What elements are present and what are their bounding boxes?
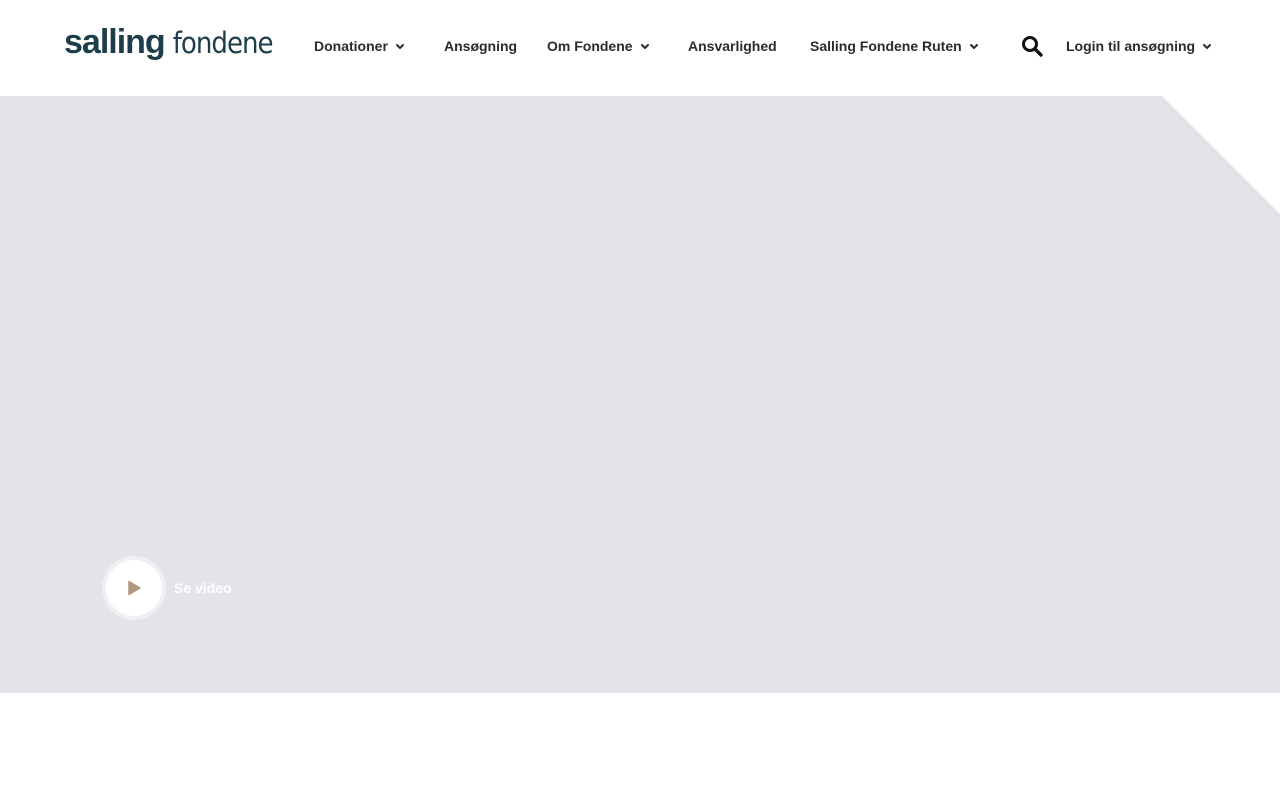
watch-video-label: Se video — [174, 580, 232, 596]
nav-item-ansvarlighed[interactable]: Ansvarlighed — [688, 36, 777, 56]
chevron-down-icon — [640, 44, 649, 49]
nav-item-label: Ansvarlighed — [688, 38, 777, 54]
chevron-down-icon — [1203, 44, 1212, 49]
nav-item-label: Ansøgning — [444, 38, 518, 54]
search-icon[interactable] — [1020, 34, 1044, 58]
nav-item-om-fondene[interactable]: Om Fondene — [547, 36, 651, 56]
nav-item-label: Salling Fondene Ruten — [810, 38, 962, 54]
site-header: salling fondene Donationer Ansøgning Om … — [0, 0, 1280, 96]
play-button-circle[interactable] — [106, 560, 162, 616]
nav-item-label: Om Fondene — [547, 38, 633, 54]
chevron-down-icon — [395, 44, 404, 49]
logo-bold-text: salling — [64, 23, 166, 61]
nav-item-donationer[interactable]: Donationer — [314, 36, 406, 56]
nav-item-salling-fondene-ruten[interactable]: Salling Fondene Ruten — [810, 36, 980, 56]
chevron-down-icon — [969, 44, 978, 49]
login-menu[interactable]: Login til ansøgning — [1066, 36, 1213, 56]
play-icon — [128, 580, 141, 596]
nav-item-label: Donationer — [314, 38, 388, 54]
logo-light-text: fondene — [172, 26, 274, 60]
watch-video-button[interactable]: Se video — [104, 559, 232, 617]
login-label: Login til ansøgning — [1066, 38, 1196, 54]
salling-fondene-logo[interactable]: salling fondene — [64, 22, 274, 62]
nav-item-ansogning[interactable]: Ansøgning — [444, 36, 517, 56]
